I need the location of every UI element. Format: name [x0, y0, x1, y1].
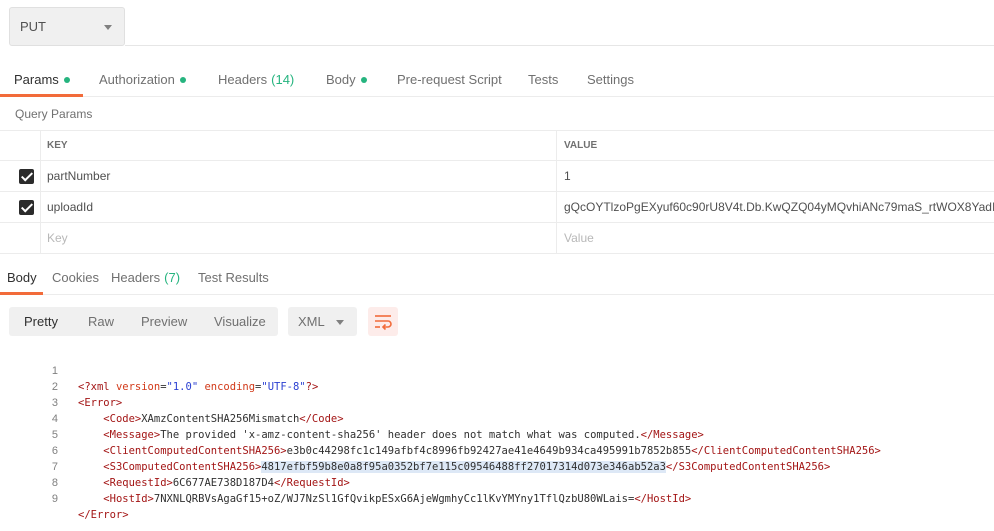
raw-button[interactable]: Raw [88, 314, 114, 329]
tab-test-results[interactable]: Test Results [198, 270, 269, 285]
chevron-down-icon [336, 320, 344, 325]
code-line: 2 <Error> [0, 363, 994, 409]
tab-label: Headers [218, 72, 268, 87]
table-row-new: Key Value [0, 223, 994, 254]
wrap-lines-icon [375, 315, 392, 331]
preview-button[interactable]: Preview [141, 314, 187, 329]
param-key-field[interactable]: uploadId [40, 192, 557, 222]
response-tabs: Body Cookies Headers (7) Test Results [0, 262, 994, 295]
tab-label: Authorization [99, 72, 175, 87]
response-code-editor[interactable]: 1 <?xml version="1.0" encoding="UTF-8"?>… [0, 347, 994, 521]
tab-response-body[interactable]: Body [7, 270, 37, 285]
row-checkbox[interactable] [19, 169, 34, 184]
tab-label: Headers [111, 270, 161, 285]
params-table: KEY VALUE partNumber 1 uploadId gQcOYTlz… [0, 130, 994, 254]
tab-label: Pre-request Script [397, 72, 502, 87]
language-select[interactable]: XML [288, 307, 357, 336]
method-label: PUT [20, 19, 46, 34]
param-value-field[interactable]: 1 [557, 161, 994, 191]
tab-settings[interactable]: Settings [587, 72, 634, 87]
query-params-title: Query Params [15, 107, 93, 121]
param-value-field[interactable]: gQcOYTlzoPgEXyuf60c90rU8V4t.Db.KwQZQ04yM… [557, 192, 994, 222]
chevron-down-icon [104, 25, 112, 30]
tab-headers[interactable]: Headers (14) [218, 72, 294, 87]
tab-label: Params [14, 72, 59, 87]
request-bar: PUT [0, 0, 994, 56]
active-tab-indicator [0, 292, 43, 295]
tab-tests[interactable]: Tests [528, 72, 558, 87]
tab-pre-request-script[interactable]: Pre-request Script [397, 72, 502, 87]
row-checkbox[interactable] [19, 200, 34, 215]
code-line: 8 <HostId>7NXNLQRBVsAgaGf15+oZ/WJ7NzSl1G… [0, 459, 994, 505]
status-dot-icon [360, 76, 367, 83]
value-column-header: VALUE [564, 140, 598, 151]
code-line: 3 <Code>XAmzContentSHA256Mismatch</Code> [0, 379, 994, 425]
url-input[interactable] [125, 0, 994, 46]
code-line: 9 </Error> [0, 475, 994, 521]
table-row: partNumber 1 [0, 161, 994, 192]
tab-response-headers[interactable]: Headers (7) [111, 270, 180, 285]
wrap-lines-button[interactable] [368, 307, 398, 336]
new-value-input[interactable]: Value [557, 223, 994, 253]
line-number: 9 [51, 493, 58, 505]
header-count-badge: (14) [271, 72, 295, 87]
table-header-row: KEY VALUE [0, 130, 994, 161]
active-tab-indicator [0, 94, 83, 97]
method-select[interactable]: PUT [9, 7, 125, 46]
tab-label: Settings [587, 72, 634, 87]
tab-params[interactable]: Params [14, 72, 70, 87]
tab-label: Body [326, 72, 356, 87]
param-key-field[interactable]: partNumber [40, 161, 557, 191]
code-line: 5 <ClientComputedContentSHA256>e3b0c4429… [0, 411, 994, 457]
code-line: 4 <Message>The provided 'x-amz-content-s… [0, 395, 994, 441]
visualize-button[interactable]: Visualize [214, 314, 266, 329]
header-count-badge: (7) [164, 270, 181, 285]
tab-body[interactable]: Body [326, 72, 367, 87]
code-line: 1 <?xml version="1.0" encoding="UTF-8"?> [0, 347, 994, 393]
new-key-input[interactable]: Key [40, 223, 557, 253]
status-dot-icon [63, 76, 70, 83]
key-column-header: KEY [40, 131, 557, 160]
tab-authorization[interactable]: Authorization [99, 72, 186, 87]
pretty-button[interactable]: Pretty [24, 314, 58, 329]
status-dot-icon [179, 76, 186, 83]
request-tabs: Params Authorization Headers (14) Body Pr… [0, 62, 994, 97]
view-mode-group: Pretty Raw Preview Visualize [9, 307, 278, 336]
code-line: 7 <RequestId>6C677AE738D187D4</RequestId… [0, 443, 994, 489]
code-line: 6 <S3ComputedContentSHA256>4817efbf59b8e… [0, 427, 994, 473]
table-row: uploadId gQcOYTlzoPgEXyuf60c90rU8V4t.Db.… [0, 192, 994, 223]
tab-cookies[interactable]: Cookies [52, 270, 99, 285]
tab-label: Tests [528, 72, 559, 87]
language-label: XML [298, 314, 325, 329]
